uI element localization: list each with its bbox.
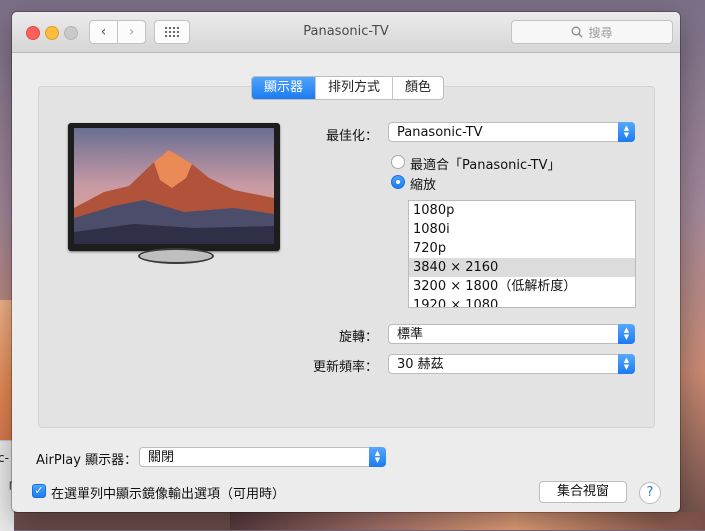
radio-best-label: 最適合「Panasonic-TV」: [410, 158, 561, 173]
list-item[interactable]: 720p: [409, 239, 635, 258]
title-bar: ‹ › Panasonic-TV 搜尋: [12, 12, 680, 53]
list-item[interactable]: 1080i: [409, 220, 635, 239]
tab-display[interactable]: 顯示器: [252, 77, 316, 99]
gather-windows-button[interactable]: 集合視窗: [539, 481, 627, 503]
radio-best-for-display[interactable]: [391, 155, 405, 169]
list-item[interactable]: 3200 × 1800（低解析度）: [409, 277, 635, 296]
airplay-label: AirPlay 顯示器：: [36, 453, 138, 468]
radio-scaled[interactable]: [391, 175, 405, 189]
refresh-rate-select[interactable]: 30 赫茲 ▲ ▼: [388, 354, 635, 374]
mirror-options-checkbox[interactable]: ✓: [32, 484, 46, 498]
list-item[interactable]: 1080p: [409, 201, 635, 220]
tv-illustration: [68, 123, 280, 251]
rotation-value: 標準: [397, 327, 424, 342]
optimize-value: Panasonic-TV: [397, 125, 483, 140]
radio-scaled-label: 縮放: [410, 178, 437, 193]
tab-arrangement[interactable]: 排列方式: [315, 77, 392, 99]
chevron-updown-icon: ▲ ▼: [369, 447, 386, 467]
list-item-selected[interactable]: 3840 × 2160: [409, 258, 635, 277]
mirror-options-label: 在選單列中顯示鏡像輸出選項（可用時）: [51, 487, 286, 502]
optimize-label: 最佳化：: [325, 129, 378, 144]
background-window-text: c-: [0, 451, 9, 465]
chevron-updown-icon: ▲ ▼: [618, 324, 635, 344]
help-button[interactable]: ?: [639, 482, 661, 504]
airplay-value: 關閉: [148, 450, 175, 465]
desktop-wallpaper-bottom: [230, 512, 705, 530]
refresh-rate-label: 更新頻率：: [312, 360, 378, 375]
optimize-select[interactable]: Panasonic-TV ▲ ▼: [388, 122, 635, 142]
checkmark-icon: ✓: [34, 484, 44, 497]
list-item[interactable]: 1920 × 1080: [409, 296, 635, 307]
tv-stand: [138, 248, 214, 264]
tv-screen-wallpaper: [74, 128, 274, 244]
rotation-label: 旋轉：: [338, 330, 378, 345]
search-input[interactable]: 搜尋: [511, 20, 673, 44]
airplay-select[interactable]: 關閉 ▲ ▼: [139, 447, 386, 467]
search-placeholder: 搜尋: [588, 25, 613, 40]
tab-color[interactable]: 顏色: [392, 77, 443, 99]
chevron-updown-icon: ▲ ▼: [618, 354, 635, 374]
tab-bar: 顯示器 排列方式 顏色: [251, 76, 445, 100]
search-icon: [572, 26, 583, 38]
chevron-updown-icon: ▲ ▼: [618, 122, 635, 142]
resolution-list[interactable]: 1080p 1080i 720p 3840 × 2160 3200 × 1800…: [408, 200, 636, 308]
rotation-select[interactable]: 標準 ▲ ▼: [388, 324, 635, 344]
preferences-window: ‹ › Panasonic-TV 搜尋 顯示器 排列方式 顏色 最佳化： Pan…: [12, 12, 680, 512]
refresh-rate-value: 30 赫茲: [397, 357, 444, 372]
